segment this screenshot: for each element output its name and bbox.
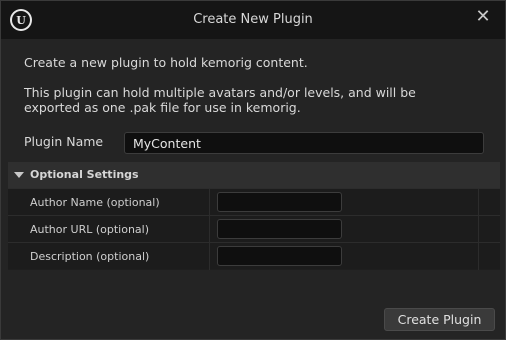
plugin-name-input[interactable] xyxy=(124,132,484,154)
description-input[interactable] xyxy=(217,246,342,266)
column-divider[interactable] xyxy=(209,189,210,216)
column-divider[interactable] xyxy=(209,216,210,243)
column-divider xyxy=(478,216,479,243)
column-divider xyxy=(478,189,479,216)
author-name-row: Author Name (optional) xyxy=(8,188,500,216)
close-icon[interactable]: ✕ xyxy=(473,7,493,27)
column-divider[interactable] xyxy=(209,243,210,270)
optional-settings-panel: Optional Settings Author Name (optional)… xyxy=(8,162,500,270)
dialog-title: Create New Plugin xyxy=(193,12,313,27)
create-plugin-dialog: U Create New Plugin ✕ Create a new plugi… xyxy=(0,0,506,340)
author-url-label: Author URL (optional) xyxy=(30,223,150,236)
plugin-name-label: Plugin Name xyxy=(24,134,104,149)
title-bar[interactable]: U Create New Plugin ✕ xyxy=(1,1,505,39)
author-name-label: Author Name (optional) xyxy=(30,196,160,209)
author-name-input[interactable] xyxy=(217,192,342,212)
intro-text: Create a new plugin to hold kemorig cont… xyxy=(24,55,308,70)
optional-settings-title: Optional Settings xyxy=(30,168,139,181)
column-divider xyxy=(478,243,479,270)
chevron-down-icon[interactable] xyxy=(14,172,24,178)
intro-detail-text: This plugin can hold multiple avatars an… xyxy=(24,85,416,115)
author-url-input[interactable] xyxy=(217,219,342,239)
description-label: Description (optional) xyxy=(30,250,150,263)
author-url-row: Author URL (optional) xyxy=(8,215,500,243)
optional-settings-header[interactable]: Optional Settings xyxy=(8,162,500,188)
create-plugin-button[interactable]: Create Plugin xyxy=(384,308,495,331)
description-row: Description (optional) xyxy=(8,242,500,270)
